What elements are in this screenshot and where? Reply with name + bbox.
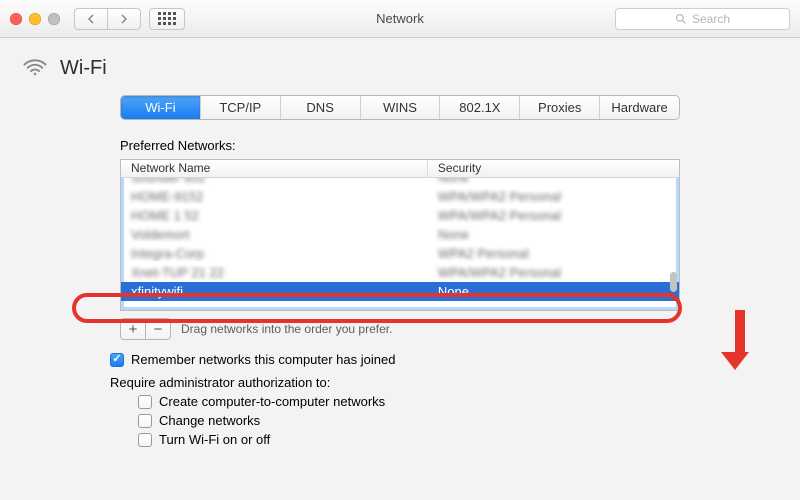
tab-wifi[interactable]: Wi-Fi (121, 96, 201, 119)
page-title: Wi-Fi (60, 57, 107, 80)
cell-security: None (428, 284, 679, 299)
content-area: Wi-Fi Wi-Fi TCP/IP DNS WINS 802.1X Proxi… (0, 38, 800, 447)
preferred-networks-label: Preferred Networks: (120, 138, 680, 153)
forward-button[interactable] (107, 8, 141, 30)
chevron-right-icon (120, 14, 128, 24)
preferred-networks-section: Preferred Networks: Network Name Securit… (120, 138, 680, 447)
table-row[interactable]: HOME 1 52 WPA/WPA2 Personal (121, 206, 679, 225)
req-create-adhoc-checkbox[interactable] (138, 395, 152, 409)
close-window-button[interactable] (10, 13, 22, 25)
titlebar: Network Search (0, 0, 800, 38)
tab-tcpip[interactable]: TCP/IP (201, 96, 281, 119)
table-row[interactable]: Xnet-TUP 21 22 WPA/WPA2 Personal (121, 263, 679, 282)
preferred-networks-table[interactable]: Network Name Security Sounder 602 None H… (120, 159, 680, 311)
minimize-window-button[interactable] (29, 13, 41, 25)
cell-security: WPA/WPA2 Personal (428, 208, 679, 223)
drag-hint: Drag networks into the order you prefer. (181, 322, 392, 336)
chevron-left-icon (87, 14, 95, 24)
options-group: Remember networks this computer has join… (110, 352, 680, 447)
zoom-window-button[interactable] (48, 13, 60, 25)
table-row[interactable]: Integra-Corp WPA2 Personal (121, 244, 679, 263)
search-field[interactable]: Search (615, 8, 790, 30)
req-change-networks-row[interactable]: Change networks (138, 413, 680, 428)
cell-name: Sounder 602 (121, 178, 428, 185)
table-body[interactable]: Sounder 602 None HOME-9152 WPA/WPA2 Pers… (121, 178, 679, 311)
cell-name: Xnet-TUP 21 22 (121, 265, 428, 280)
nav-back-forward (74, 8, 141, 30)
window-controls (10, 13, 60, 25)
req-toggle-wifi-label: Turn Wi-Fi on or off (159, 432, 270, 447)
cell-name: xfinitywifi (121, 284, 428, 299)
grid-icon (158, 12, 176, 25)
cell-security: WPA/WPA2 Personal (428, 265, 679, 280)
tab-8021x[interactable]: 802.1X (440, 96, 520, 119)
tab-wins[interactable]: WINS (361, 96, 441, 119)
req-toggle-wifi-checkbox[interactable] (138, 433, 152, 447)
cell-name: HOME-9152 (121, 189, 428, 204)
show-all-button[interactable] (149, 8, 185, 30)
add-remove-bar: + − Drag networks into the order you pre… (120, 318, 680, 340)
cell-security: WPA/WPA2 Personal (428, 189, 679, 204)
col-network-name[interactable]: Network Name (121, 160, 428, 177)
col-security[interactable]: Security (428, 160, 679, 177)
search-icon (675, 13, 687, 25)
tab-dns[interactable]: DNS (281, 96, 361, 119)
remember-networks-checkbox[interactable] (110, 353, 124, 367)
back-button[interactable] (74, 8, 108, 30)
wifi-icon (22, 54, 48, 83)
table-row[interactable]: Sounder 602 None (121, 178, 679, 187)
req-create-adhoc-row[interactable]: Create computer-to-computer networks (138, 394, 680, 409)
remember-networks-label: Remember networks this computer has join… (131, 352, 395, 367)
table-row[interactable]: HOME-9152 WPA/WPA2 Personal (121, 187, 679, 206)
table-row-selected[interactable]: xfinitywifi None (121, 282, 679, 301)
req-create-adhoc-label: Create computer-to-computer networks (159, 394, 385, 409)
scrollbar-thumb[interactable] (670, 272, 677, 292)
tab-proxies[interactable]: Proxies (520, 96, 600, 119)
remember-networks-row[interactable]: Remember networks this computer has join… (110, 352, 680, 367)
cell-name: Voldemort (121, 227, 428, 242)
req-toggle-wifi-row[interactable]: Turn Wi-Fi on or off (138, 432, 680, 447)
tab-hardware[interactable]: Hardware (600, 96, 679, 119)
req-change-networks-label: Change networks (159, 413, 260, 428)
page-heading: Wi-Fi (22, 54, 782, 83)
cell-security: None (428, 227, 679, 242)
cell-name: HOME 1 52 (121, 208, 428, 223)
cell-security: WPA2 Personal (428, 246, 679, 261)
search-placeholder: Search (692, 12, 730, 26)
require-admin-label: Require administrator authorization to: (110, 375, 680, 390)
table-header: Network Name Security (121, 160, 679, 178)
req-change-networks-checkbox[interactable] (138, 414, 152, 428)
remove-network-button[interactable]: − (145, 318, 171, 340)
add-network-button[interactable]: + (120, 318, 146, 340)
table-row[interactable]: Voldemort None (121, 225, 679, 244)
cell-security: None (428, 178, 679, 185)
tab-bar: Wi-Fi TCP/IP DNS WINS 802.1X Proxies Har… (120, 95, 680, 120)
cell-name: Integra-Corp (121, 246, 428, 261)
